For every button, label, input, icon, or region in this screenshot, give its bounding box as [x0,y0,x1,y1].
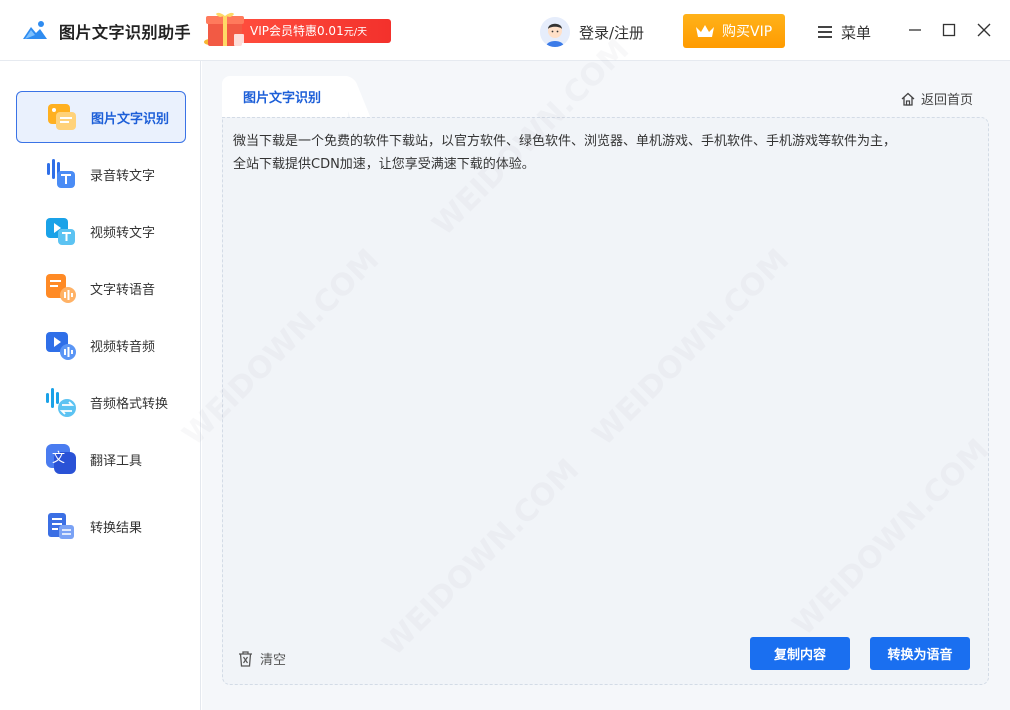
crown-icon [696,25,714,37]
sidebar-item-label: 翻译工具 [90,453,143,469]
sidebar-item-audio-format[interactable]: 音频格式转换 [16,376,186,428]
ocr-result-textarea[interactable]: 微当下载是一个免费的软件下载站，以官方软件、绿色软件、浏览器、单机游戏、手机软件… [222,117,989,685]
results-icon [48,513,74,539]
home-label: 返回首页 [921,93,974,108]
copy-content-button[interactable]: 复制内容 [750,637,850,670]
video-to-text-icon [46,218,75,245]
hamburger-icon [818,26,832,38]
recognized-text-line: 微当下载是一个免费的软件下载站，以官方软件、绿色软件、浏览器、单机游戏、手机软件… [233,134,897,149]
audio-to-text-icon [47,159,75,188]
promo-badge[interactable]: VIP会员特惠0.01元/天 [238,19,391,43]
login-label: 登录/注册 [579,23,645,42]
tab-image-ocr[interactable]: 图片文字识别 [222,76,348,117]
translate-icon: 文 [46,444,76,474]
sidebar-item-video-to-text[interactable]: 视频转文字 [16,205,186,257]
sidebar-item-label: 图片文字识别 [91,111,170,127]
login-register-button[interactable]: 登录/注册 [540,17,644,47]
tab-label: 图片文字识别 [242,91,321,106]
app-logo-icon [23,21,47,39]
menu-button[interactable]: 菜单 [818,22,871,42]
svg-text:文: 文 [52,451,65,466]
sidebar-item-image-ocr[interactable]: 图片文字识别 [16,91,186,143]
back-home-link[interactable]: 返回首页 [900,89,973,108]
convert-to-speech-button[interactable]: 转换为语音 [870,637,970,670]
trash-icon [239,650,252,667]
sidebar: 图片文字识别 录音转文字 视频转文字 文字转语音 视频转音频 音频格式转换 文 … [0,61,201,710]
sidebar-item-label: 转换结果 [90,520,143,536]
sidebar-item-translate[interactable]: 文 翻译工具 [16,433,186,485]
sidebar-item-label: 视频转音频 [90,339,156,355]
video-to-audio-icon [46,332,76,360]
promo-unit: 元/天 [343,27,368,38]
gift-icon [204,12,244,46]
user-avatar-icon [540,17,570,47]
minimize-icon[interactable] [907,22,923,38]
image-text-icon [48,104,76,130]
buy-vip-button[interactable]: 购买VIP [683,14,785,48]
sidebar-item-label: 音频格式转换 [90,396,169,412]
sidebar-item-text-to-speech[interactable]: 文字转语音 [16,262,186,314]
sidebar-item-results[interactable]: 转换结果 [16,500,186,552]
close-icon[interactable] [976,22,992,38]
home-icon [901,92,915,106]
title-bar: 图片文字识别助手 VIP会员特惠0.01元/天 登录/注册 购买VIP 菜单 [0,0,1010,61]
app-title: 图片文字识别助手 [59,23,192,42]
sidebar-item-label: 录音转文字 [90,168,156,184]
menu-label: 菜单 [841,23,872,42]
vip-promo-banner[interactable]: VIP会员特惠0.01元/天 [198,12,394,48]
audio-convert-icon [46,388,76,417]
recognized-text[interactable]: 微当下载是一个免费的软件下载站，以官方软件、绿色软件、浏览器、单机游戏、手机软件… [233,130,973,176]
sidebar-item-label: 文字转语音 [90,282,156,298]
clear-label: 清空 [260,653,287,668]
clear-button[interactable]: 清空 [237,649,286,668]
main-panel: 图片文字识别 返回首页 微当下载是一个免费的软件下载站，以官方软件、绿色软件、浏… [202,61,1010,710]
sidebar-item-label: 视频转文字 [90,225,156,241]
text-to-speech-icon [46,274,76,303]
recognized-text-line: 全站下载提供CDN加速，让您享受满速下载的体验。 [233,157,535,172]
vip-label: 购买VIP [722,24,773,40]
maximize-icon[interactable] [941,22,957,38]
promo-text: VIP会员特惠0.01 [250,24,344,38]
sidebar-item-audio-to-text[interactable]: 录音转文字 [16,148,186,200]
sidebar-item-video-to-audio[interactable]: 视频转音频 [16,319,186,371]
